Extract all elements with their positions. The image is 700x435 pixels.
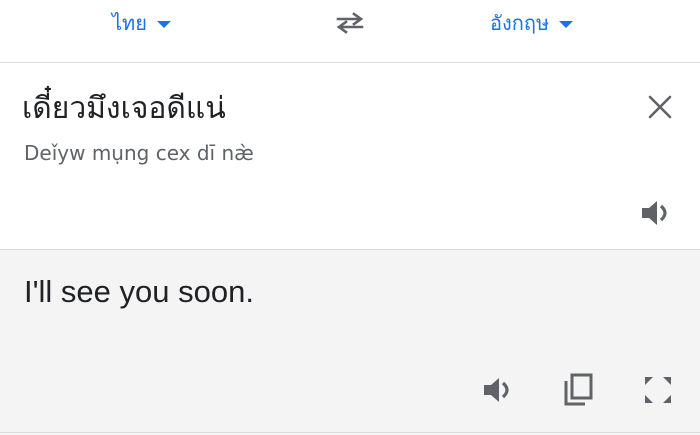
target-language-selector[interactable]: อังกฤษ: [490, 8, 574, 38]
close-icon: [648, 95, 672, 119]
fullscreen-button[interactable]: [636, 368, 680, 412]
swap-languages-button[interactable]: [328, 6, 372, 40]
language-bar: ไทย อังกฤษ: [0, 0, 700, 63]
copy-translation-button[interactable]: [556, 368, 600, 412]
source-language-selector[interactable]: ไทย: [112, 8, 171, 38]
divider: [0, 432, 700, 433]
source-text[interactable]: เดี๋ยวมึงเจอดีแน่: [22, 85, 226, 132]
translation-text: I'll see you soon.: [24, 274, 254, 309]
copy-icon: [564, 373, 593, 406]
target-language-label: อังกฤษ: [490, 11, 550, 35]
source-input-panel[interactable]: เดี๋ยวมึงเจอดีแน่ Deǐyw mụng cex dī næ̀: [0, 63, 700, 250]
fullscreen-icon: [645, 377, 671, 403]
caret-down-icon: [559, 21, 574, 28]
listen-translation-button[interactable]: [476, 368, 520, 412]
source-language-label: ไทย: [112, 11, 147, 35]
caret-down-icon: [156, 21, 171, 28]
speaker-icon: [484, 378, 509, 402]
clear-input-button[interactable]: [640, 87, 680, 127]
source-transliteration: Deǐyw mụng cex dī næ̀: [24, 141, 254, 165]
translation-panel: I'll see you soon.: [0, 250, 700, 435]
speaker-icon: [642, 201, 667, 225]
listen-source-button[interactable]: [636, 193, 676, 233]
swap-arrows-icon: [336, 12, 364, 34]
